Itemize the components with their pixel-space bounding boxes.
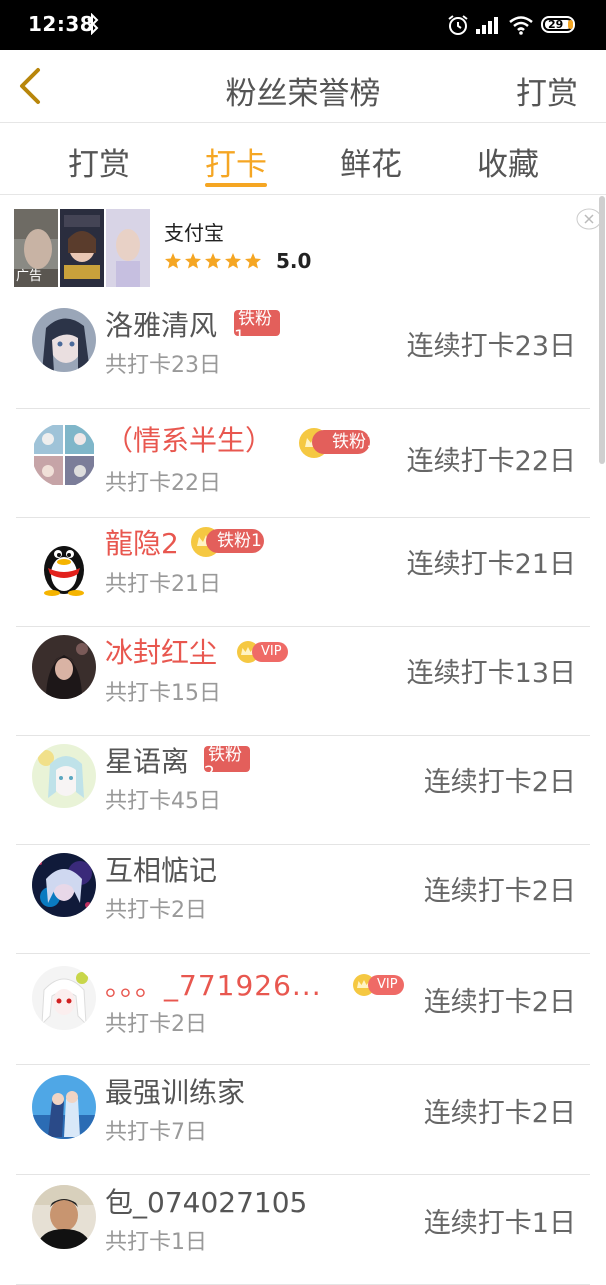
signal-icon bbox=[476, 17, 498, 34]
streak-days: 连续打卡2日 bbox=[423, 987, 576, 1018]
total-checkins: 共打卡22日 bbox=[105, 471, 221, 496]
avatar bbox=[32, 1075, 96, 1139]
total-checkins: 共打卡1日 bbox=[105, 1230, 207, 1255]
list-item[interactable]: （情系半生） 铁粉1 共打卡22日 连续打卡22日 bbox=[16, 409, 590, 518]
user-name: 星语离 bbox=[105, 745, 190, 778]
rating-stars bbox=[165, 253, 261, 269]
list-item[interactable]: 龍隐2 铁粉1 共打卡21日 连续打卡21日 bbox=[16, 518, 590, 627]
tab-bar: 打赏 打卡 鲜花 收藏 bbox=[0, 123, 606, 195]
streak-days: 连续打卡2日 bbox=[423, 767, 576, 798]
avatar bbox=[32, 532, 96, 596]
avatar bbox=[32, 966, 96, 1030]
streak-days: 连续打卡22日 bbox=[406, 446, 576, 477]
avatar bbox=[32, 1185, 96, 1249]
ad-banner[interactable]: 广告 支付宝 5.0 bbox=[0, 195, 606, 295]
user-name: （情系半生） bbox=[105, 424, 274, 457]
alarm-icon bbox=[448, 15, 468, 35]
total-checkins: 共打卡2日 bbox=[105, 898, 207, 923]
fan-badge: 铁粉1 bbox=[312, 430, 377, 454]
vip-badge: VIP bbox=[252, 642, 288, 662]
ad-label: 广告 bbox=[16, 269, 43, 284]
user-name: 互相惦记 bbox=[105, 854, 218, 887]
streak-days: 连续打卡21日 bbox=[406, 549, 576, 580]
streak-days: 连续打卡1日 bbox=[423, 1208, 576, 1239]
user-name: 洛雅清风 bbox=[105, 309, 218, 342]
streak-days: 连续打卡2日 bbox=[423, 876, 576, 907]
avatar bbox=[32, 635, 96, 699]
avatar bbox=[32, 744, 96, 808]
list-item[interactable]: 冰封红尘 VIP 共打卡15日 连续打卡13日 bbox=[16, 627, 590, 736]
list-item[interactable]: 洛雅清风 铁粉1 共打卡23日 连续打卡23日 bbox=[16, 300, 590, 409]
wifi-icon bbox=[509, 16, 533, 35]
streak-days: 连续打卡13日 bbox=[406, 658, 576, 689]
list-item[interactable]: 最强训练家 共打卡7日 连续打卡2日 bbox=[16, 1065, 590, 1175]
tab-checkin[interactable]: 打卡 bbox=[205, 139, 267, 184]
streak-days: 连续打卡23日 bbox=[406, 331, 576, 362]
tab-reward[interactable]: 打赏 bbox=[68, 139, 130, 184]
total-checkins: 共打卡45日 bbox=[105, 789, 221, 814]
reward-button[interactable]: 打赏 bbox=[516, 68, 578, 113]
user-name: 包_074027105 bbox=[105, 1186, 308, 1219]
list-item[interactable]: 星语离 铁粉2 共打卡45日 连续打卡2日 bbox=[16, 736, 590, 845]
fan-badge: 铁粉1 bbox=[234, 310, 280, 336]
ad-image-2 bbox=[60, 209, 104, 287]
battery-level: 29 bbox=[548, 18, 564, 31]
list-item[interactable]: 包_074027105 共打卡1日 连续打卡1日 bbox=[16, 1175, 590, 1285]
user-name: 。。。_771926... bbox=[105, 969, 322, 1002]
battery-icon: 29 bbox=[541, 16, 575, 33]
list-item[interactable]: 互相惦记 共打卡2日 连续打卡2日 bbox=[16, 845, 590, 954]
user-name: 冰封红尘 bbox=[105, 636, 218, 669]
ad-rating: 5.0 bbox=[276, 249, 312, 273]
ad-title: 支付宝 bbox=[164, 221, 224, 245]
fan-badge: 铁粉2 bbox=[204, 746, 250, 772]
total-checkins: 共打卡23日 bbox=[105, 353, 221, 378]
total-checkins: 共打卡21日 bbox=[105, 572, 221, 597]
fan-badge: 铁粉1 bbox=[206, 529, 264, 553]
avatar bbox=[32, 308, 96, 372]
list-item[interactable]: 。。。_771926... VIP 共打卡2日 连续打卡2日 bbox=[16, 954, 590, 1065]
avatar bbox=[32, 853, 96, 917]
tab-active-indicator bbox=[205, 183, 267, 187]
user-name: 龍隐2 bbox=[105, 527, 179, 560]
scrollbar[interactable] bbox=[599, 196, 605, 464]
user-name: 最强训练家 bbox=[105, 1076, 246, 1109]
status-time: 12:38 bbox=[28, 12, 95, 36]
total-checkins: 共打卡7日 bbox=[105, 1120, 207, 1145]
ad-image-3 bbox=[106, 209, 150, 287]
total-checkins: 共打卡2日 bbox=[105, 1012, 207, 1037]
bluetooth-icon bbox=[87, 13, 99, 35]
streak-days: 连续打卡2日 bbox=[423, 1098, 576, 1129]
vip-badge: VIP bbox=[368, 975, 404, 995]
avatar bbox=[32, 423, 96, 487]
nav-bar: 粉丝荣誉榜 打赏 bbox=[0, 50, 606, 123]
status-bar: 12:38 29 bbox=[0, 0, 606, 50]
tab-flowers[interactable]: 鲜花 bbox=[340, 139, 402, 184]
tab-collect[interactable]: 收藏 bbox=[477, 139, 539, 184]
total-checkins: 共打卡15日 bbox=[105, 681, 221, 706]
